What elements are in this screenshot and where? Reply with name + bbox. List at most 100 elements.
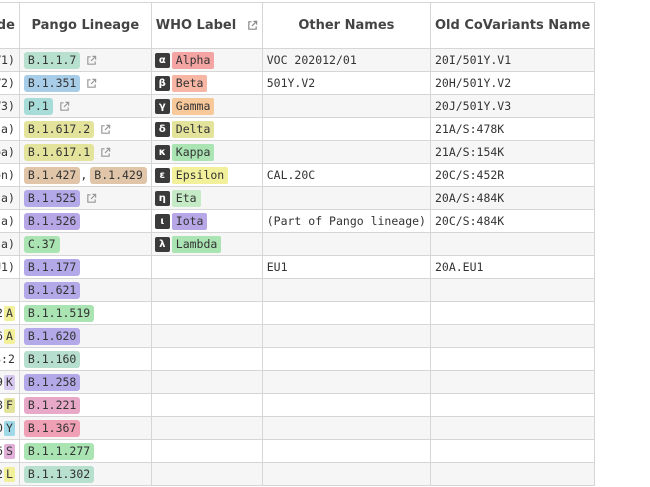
clade-badge: S bbox=[3, 443, 15, 459]
other-names-cell: EU1 bbox=[261, 255, 431, 279]
pango-lineage-cell: B.1.621 bbox=[18, 278, 152, 302]
external-link-icon[interactable] bbox=[100, 124, 111, 135]
greek-letter-icon: β bbox=[154, 75, 170, 91]
strain-clade-cell: (EU1) bbox=[0, 255, 20, 279]
pango-lineage-badge[interactable]: B.1.1.7 bbox=[23, 51, 81, 69]
other-names-cell: CAL.20C bbox=[261, 163, 431, 187]
old-covariants-cell: 21A/S:478K bbox=[429, 117, 596, 141]
pango-lineage-badge[interactable]: B.1.620 bbox=[23, 327, 81, 345]
header-pango-lineage[interactable]: Pango Lineage bbox=[18, 2, 152, 49]
pango-lineage-cell: B.1.620 bbox=[18, 324, 152, 348]
pango-lineage-badge[interactable]: P.1 bbox=[23, 97, 53, 115]
external-link-icon[interactable] bbox=[100, 147, 111, 158]
who-label-cell: λ Lambda bbox=[150, 232, 263, 256]
pango-lineage-badge[interactable]: B.1.621 bbox=[23, 281, 81, 299]
strain-clade-cell bbox=[0, 278, 20, 302]
strain-clade-name[interactable]: (Epsilon) bbox=[0, 168, 15, 182]
pango-lineage-badge[interactable]: B.1.367 bbox=[23, 419, 81, 437]
old-covariants-cell: 20C/S:452R bbox=[429, 163, 596, 187]
strain-clade-name[interactable]: S:80 bbox=[0, 421, 3, 435]
who-label-badge[interactable]: Lambda bbox=[171, 235, 222, 253]
strain-clade-cell: (Lambda) bbox=[0, 232, 20, 256]
pango-lineage-badge[interactable]: B.1.617.1 bbox=[23, 143, 95, 161]
pango-lineage-badge[interactable]: B.1.177 bbox=[23, 258, 81, 276]
who-label-badge[interactable]: Kappa bbox=[171, 143, 215, 161]
table-row: (Delta) B.1.617.2 δDelta 21A/S:478K bbox=[0, 117, 596, 141]
strain-clade-name[interactable]: S:732 bbox=[0, 306, 3, 320]
clade-badge: L bbox=[3, 466, 15, 482]
old-covariants-cell bbox=[429, 462, 596, 486]
pango-lineage-badge[interactable]: B.1.525 bbox=[23, 189, 81, 207]
old-covariants-cell bbox=[429, 278, 596, 302]
who-label-badge[interactable]: Epsilon bbox=[171, 166, 229, 184]
who-label-badge[interactable]: Alpha bbox=[171, 51, 215, 69]
who-label-cell: η Eta bbox=[150, 186, 263, 210]
external-link-icon[interactable] bbox=[86, 55, 97, 66]
who-label-cell: δ Delta bbox=[150, 117, 263, 141]
strain-clade-name[interactable]: (Iota) bbox=[0, 214, 15, 228]
external-link-icon[interactable] bbox=[86, 193, 97, 204]
strain-clade-name[interactable]: (Delta) bbox=[0, 122, 15, 136]
variants-table: Strain Clade Pango Lineage WHO Label Oth… bbox=[0, 2, 596, 486]
external-link-icon[interactable] bbox=[247, 20, 258, 31]
strain-clade-name[interactable]: (Lambda) bbox=[0, 237, 15, 251]
strain-clade-name[interactable]: S:439 bbox=[0, 375, 3, 389]
header-other-names[interactable]: Other Names bbox=[261, 2, 431, 49]
who-label-badge[interactable]: Iota bbox=[171, 212, 208, 230]
who-label-badge[interactable]: Eta bbox=[171, 189, 201, 207]
external-link-icon[interactable] bbox=[59, 101, 70, 112]
pango-lineage-badge[interactable]: B.1.526 bbox=[23, 212, 81, 230]
old-covariants-cell: 21A/S:154K bbox=[429, 140, 596, 164]
strain-clade-name[interactable]: S:626 bbox=[0, 444, 3, 458]
strain-clade-name[interactable]: (Alpha, V1) bbox=[0, 53, 15, 67]
pango-lineage-badge[interactable]: B.1.1.519 bbox=[23, 304, 95, 322]
strain-clade-cell: S:732A bbox=[0, 301, 20, 325]
pango-lineage-badge[interactable]: B.1.258 bbox=[23, 373, 81, 391]
pango-lineage-badge[interactable]: B.1.160 bbox=[23, 350, 81, 368]
strain-clade-name[interactable]: (Kappa) bbox=[0, 145, 15, 159]
other-names-cell: VOC 202012/01 bbox=[261, 48, 431, 72]
old-covariants-cell bbox=[429, 324, 596, 348]
other-names-cell bbox=[261, 94, 431, 118]
pango-lineage-cell: B.1.526 bbox=[18, 209, 152, 233]
strain-clade-name[interactable]: (Beta, V2) bbox=[0, 76, 15, 90]
strain-clade-name[interactable]: S:2 bbox=[0, 352, 15, 366]
table-row: B.1.621 bbox=[0, 278, 596, 302]
who-label-link[interactable]: WHO Label bbox=[156, 18, 236, 33]
who-label-badge[interactable]: Beta bbox=[171, 74, 208, 92]
pango-lineage-badge[interactable]: B.1.1.277 bbox=[23, 442, 95, 460]
who-label-cell bbox=[150, 370, 263, 394]
strain-clade-name[interactable]: (Gamma, V3) bbox=[0, 99, 15, 113]
strain-clade-name[interactable]: S:126 bbox=[0, 329, 3, 343]
header-who-label[interactable]: WHO Label bbox=[150, 2, 263, 49]
pango-lineage-badge[interactable]: B.1.617.2 bbox=[23, 120, 95, 138]
pango-lineage-badge[interactable]: B.1.427 bbox=[23, 166, 81, 184]
who-label-badge[interactable]: Delta bbox=[171, 120, 215, 138]
greek-letter-icon: κ bbox=[154, 144, 170, 160]
old-covariants-cell bbox=[429, 370, 596, 394]
external-link-icon[interactable] bbox=[86, 78, 97, 89]
who-label-cell: β Beta bbox=[150, 71, 263, 95]
header-strain-clade[interactable]: Strain Clade bbox=[0, 2, 20, 49]
strain-clade-cell: (Alpha, V1) bbox=[0, 48, 20, 72]
strain-clade-cell: S:80Y bbox=[0, 416, 20, 440]
pango-lineage-badge[interactable]: B.1.221 bbox=[23, 396, 81, 414]
pango-lineage-cell: B.1.258 bbox=[18, 370, 152, 394]
header-old-covariants[interactable]: Old CoVariants Name bbox=[429, 2, 596, 49]
greek-letter-icon: ε bbox=[154, 167, 170, 183]
strain-clade-name[interactable]: (EU1) bbox=[0, 260, 15, 274]
old-covariants-cell bbox=[429, 416, 596, 440]
pango-lineage-cell: B.1.617.1 bbox=[18, 140, 152, 164]
other-names-cell bbox=[261, 416, 431, 440]
pango-lineage-badge[interactable]: C.37 bbox=[23, 235, 60, 253]
pango-lineage-badge[interactable]: B.1.1.302 bbox=[23, 465, 95, 483]
strain-clade-cell: (Eta) bbox=[0, 186, 20, 210]
strain-clade-name[interactable]: S:98 bbox=[0, 398, 3, 412]
pango-lineage-badge[interactable]: B.1.351 bbox=[23, 74, 81, 92]
strain-clade-name[interactable]: S:1122 bbox=[0, 467, 3, 481]
pango-lineage-badge[interactable]: B.1.429 bbox=[90, 166, 147, 184]
other-names-cell bbox=[261, 324, 431, 348]
table-row: (Kappa) B.1.617.1 κKappa 21A/S:154K bbox=[0, 140, 596, 164]
who-label-badge[interactable]: Gamma bbox=[171, 97, 215, 115]
strain-clade-name[interactable]: (Eta) bbox=[0, 191, 15, 205]
